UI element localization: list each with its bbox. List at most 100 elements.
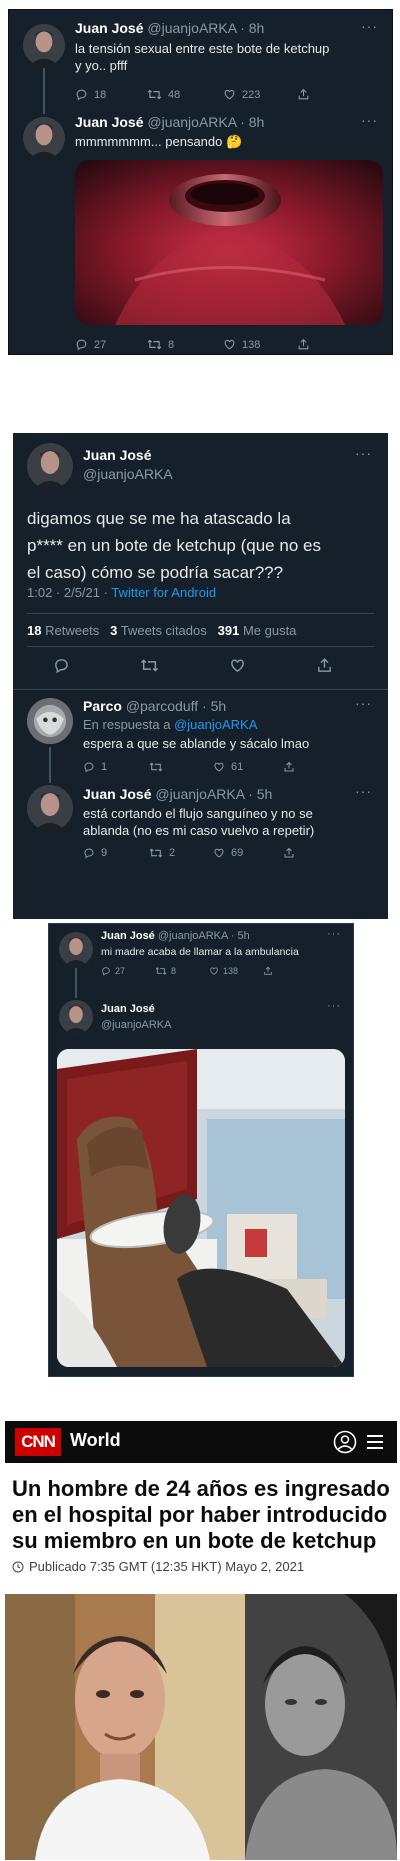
- reply-button[interactable]: 9: [83, 847, 149, 859]
- like-button[interactable]: 138: [223, 338, 297, 351]
- retweet-button[interactable]: 8: [155, 966, 209, 976]
- more-icon[interactable]: ···: [355, 445, 372, 461]
- author-name[interactable]: Juan José: [83, 447, 151, 463]
- author-name[interactable]: Juan José: [101, 1003, 155, 1015]
- author-name[interactable]: Juan José: [101, 930, 155, 942]
- menu-icon[interactable]: [365, 1432, 385, 1452]
- site-header: CNN World: [5, 1421, 397, 1463]
- avatar[interactable]: [59, 932, 93, 966]
- likes-count[interactable]: 391: [218, 623, 240, 638]
- user-account-icon[interactable]: [333, 1430, 357, 1454]
- reply-icon: [76, 339, 87, 351]
- like-count: 61: [231, 761, 244, 773]
- reply-count: 1: [101, 761, 108, 773]
- author-handle[interactable]: @juanjoARKA: [158, 930, 228, 942]
- tweet-timestamp[interactable]: 1:02 · 2/5/21 ·: [27, 585, 108, 600]
- like-count: 138: [242, 338, 261, 351]
- share-icon: [284, 847, 294, 858]
- quotes-label[interactable]: Tweets citados: [121, 623, 207, 638]
- reply-icon[interactable]: [53, 657, 70, 674]
- author-handle[interactable]: @parcoduff: [126, 698, 198, 714]
- share-button[interactable]: [297, 338, 310, 351]
- reply-button[interactable]: 18: [75, 88, 147, 101]
- retweet-button[interactable]: 2: [149, 847, 213, 859]
- retweet-count: 8: [168, 338, 175, 351]
- retweets-count[interactable]: 18: [27, 623, 41, 638]
- publish-date-text: Publicado 7:35 GMT (12:35 HKT) Mayo 2, 2…: [29, 1559, 305, 1574]
- thread-connector: [43, 68, 45, 114]
- tweet-time[interactable]: · 5h: [248, 786, 272, 802]
- reply-button[interactable]: 27: [101, 966, 155, 976]
- author-handle[interactable]: @juanjoARKA: [101, 1019, 171, 1031]
- like-icon: [214, 762, 224, 772]
- share-icon[interactable]: [316, 657, 333, 674]
- author-handle[interactable]: @juanjoARKA: [83, 466, 173, 482]
- cnn-logo[interactable]: CNN: [15, 1428, 61, 1456]
- article-headline[interactable]: Un hombre de 24 años es ingresado en el …: [12, 1476, 392, 1554]
- share-button[interactable]: [297, 88, 310, 101]
- author-name[interactable]: Parco: [83, 698, 122, 714]
- tweet-photo-ketchup-bottle[interactable]: [75, 160, 383, 325]
- divider: [27, 646, 374, 647]
- more-icon[interactable]: ···: [327, 1000, 341, 1012]
- retweet-button[interactable]: [149, 761, 213, 773]
- share-icon: [284, 761, 294, 772]
- author-name[interactable]: Juan José: [83, 786, 151, 802]
- retweet-button[interactable]: 48: [147, 88, 223, 101]
- article-photo-composite[interactable]: [5, 1594, 397, 1860]
- avatar[interactable]: [27, 443, 73, 489]
- retweet-icon[interactable]: [140, 657, 159, 674]
- reply-button[interactable]: 27: [75, 338, 147, 351]
- like-icon[interactable]: [229, 657, 246, 674]
- retweet-button[interactable]: 8: [147, 338, 223, 351]
- tweet-time[interactable]: · 8h: [240, 114, 264, 130]
- author-handle[interactable]: @juanjoARKA: [147, 114, 236, 130]
- like-button[interactable]: 138: [209, 966, 263, 976]
- quotes-count[interactable]: 3: [110, 623, 117, 638]
- divider: [13, 689, 388, 690]
- like-button[interactable]: 69: [213, 847, 283, 859]
- like-count: 223: [242, 88, 261, 101]
- more-icon[interactable]: ···: [361, 112, 378, 128]
- like-button[interactable]: 223: [223, 88, 297, 101]
- headline-line: Un hombre de 24 años es ingresado: [12, 1476, 390, 1501]
- reply-icon: [84, 762, 94, 773]
- section-title[interactable]: World: [70, 1430, 121, 1451]
- share-icon: [298, 88, 309, 100]
- headline-line: su miembro en un bote de ketchup: [12, 1528, 377, 1553]
- tweet-photo-hospital-wristband[interactable]: [57, 1049, 345, 1367]
- tweet-time[interactable]: · 5h: [202, 698, 226, 714]
- avatar[interactable]: [27, 698, 73, 744]
- avatar[interactable]: [59, 1000, 93, 1034]
- replying-to-link[interactable]: @juanjoARKA: [174, 717, 257, 732]
- author-name[interactable]: Juan José: [75, 114, 143, 130]
- more-icon[interactable]: ···: [361, 18, 378, 34]
- more-icon[interactable]: ···: [355, 695, 372, 711]
- tweet-text: mi madre acaba de llamar a la ambulancia: [101, 946, 299, 958]
- likes-label[interactable]: Me gusta: [243, 623, 296, 638]
- tweet-client-link[interactable]: Twitter for Android: [111, 585, 216, 600]
- more-icon[interactable]: ···: [355, 783, 372, 799]
- share-button[interactable]: [263, 966, 273, 976]
- author-handle[interactable]: @juanjoARKA: [147, 20, 236, 36]
- tweet-text-line: digamos que se me ha atascado la: [27, 509, 291, 528]
- like-button[interactable]: 61: [213, 761, 283, 773]
- avatar[interactable]: [27, 785, 73, 831]
- author-handle[interactable]: @juanjoARKA: [155, 786, 244, 802]
- share-button[interactable]: [283, 847, 295, 859]
- like-icon: [224, 89, 235, 100]
- avatar[interactable]: [23, 117, 65, 159]
- retweet-icon: [155, 967, 167, 975]
- share-icon: [264, 966, 272, 975]
- share-button[interactable]: [283, 761, 295, 773]
- retweets-label[interactable]: Retweets: [45, 623, 99, 638]
- retweet-icon: [147, 89, 162, 100]
- author-name[interactable]: Juan José: [75, 20, 143, 36]
- reply-button[interactable]: 1: [83, 761, 149, 773]
- reply-icon: [76, 89, 87, 101]
- tweet-time[interactable]: · 8h: [240, 20, 264, 36]
- avatar[interactable]: [23, 24, 65, 66]
- tweet-time[interactable]: · 5h: [231, 930, 250, 942]
- more-icon[interactable]: ···: [327, 928, 341, 940]
- article-photo: [5, 1594, 397, 1860]
